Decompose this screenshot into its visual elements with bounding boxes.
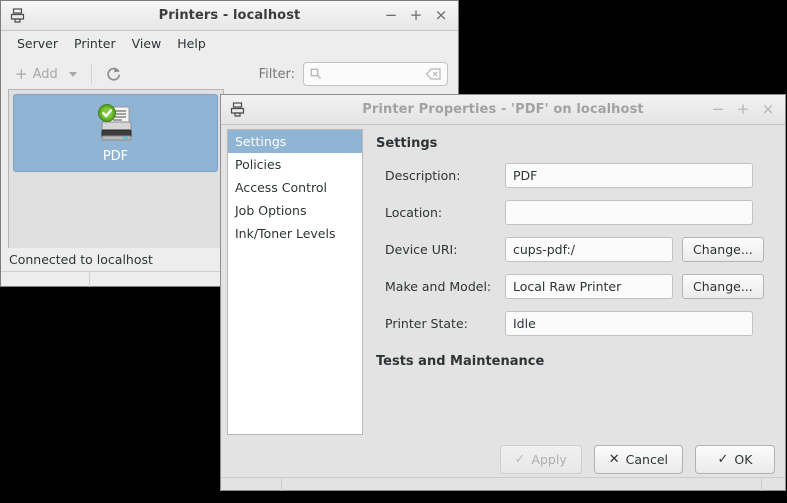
chevron-down-icon[interactable]: [68, 71, 77, 77]
filter-input[interactable]: [327, 66, 426, 82]
make-and-model-change-button[interactable]: Change...: [682, 274, 764, 299]
nav-item-label: Job Options: [235, 203, 307, 218]
description-label: Description:: [385, 168, 461, 183]
clear-backspace-icon: [426, 68, 441, 80]
printer-item-pdf[interactable]: PDF: [13, 94, 218, 172]
dialog-button-row: ✓ Apply ✕ Cancel ✓ OK: [499, 445, 775, 474]
dialog-resize-strip: [221, 477, 785, 491]
minimize-button[interactable]: −: [711, 102, 725, 117]
search-icon: [310, 68, 322, 80]
close-button[interactable]: ×: [434, 8, 448, 23]
printer-ok-icon: [97, 103, 131, 140]
statusbar-text: Connected to localhost: [9, 251, 153, 267]
location-row: [505, 200, 779, 225]
apply-button[interactable]: ✓ Apply: [499, 445, 582, 474]
nav-item-label: Settings: [235, 134, 287, 149]
maximize-button[interactable]: +: [736, 102, 750, 117]
printer-state-row: [505, 311, 779, 336]
strip-notch-left: [281, 478, 282, 491]
nav-item-policies[interactable]: Policies: [228, 153, 362, 176]
cancel-button[interactable]: ✕ Cancel: [593, 445, 683, 474]
maximize-button[interactable]: +: [409, 8, 423, 23]
printer-state-label: Printer State:: [385, 316, 468, 331]
tests-and-maintenance-heading: Tests and Maintenance: [376, 354, 545, 369]
device-uri-label: Device URI:: [385, 242, 458, 257]
settings-form: Description: Location: Device URI: Chang…: [373, 163, 779, 336]
close-button[interactable]: ×: [761, 102, 775, 117]
printers-window-controls: − + ×: [384, 8, 452, 23]
settings-heading: Settings: [376, 136, 438, 151]
settings-nav-list: Settings Policies Access Control Job Opt…: [227, 129, 363, 435]
device-uri-change-button[interactable]: Change...: [682, 237, 764, 262]
printer-icon: [227, 100, 247, 120]
menu-printer[interactable]: Printer: [66, 34, 124, 53]
device-uri-row: Change...: [505, 237, 779, 262]
nav-item-label: Ink/Toner Levels: [235, 226, 336, 241]
ok-button-label: OK: [734, 452, 753, 467]
check-icon: ✓: [514, 452, 526, 467]
strip-notch-right: [761, 478, 762, 491]
properties-window-controls: − + ×: [711, 102, 779, 117]
menu-help[interactable]: Help: [169, 34, 214, 53]
properties-titlebar[interactable]: Printer Properties - 'PDF' on localhost …: [221, 95, 785, 125]
add-printer-button[interactable]: + Add: [11, 64, 81, 85]
properties-dialog-title: Printer Properties - 'PDF' on localhost: [362, 102, 644, 117]
settings-pane: Settings Description: Location: Device U…: [373, 129, 779, 369]
cancel-button-label: Cancel: [625, 452, 668, 467]
device-uri-input[interactable]: [505, 237, 673, 262]
filter-label: Filter:: [258, 66, 295, 82]
description-row: [505, 163, 779, 188]
nav-item-settings[interactable]: Settings: [228, 130, 362, 153]
location-input[interactable]: [505, 200, 753, 225]
dialog-body: Settings Policies Access Control Job Opt…: [221, 125, 785, 491]
printer-icon: [7, 6, 27, 26]
close-x-icon: ✕: [608, 452, 620, 467]
refresh-icon: [107, 67, 121, 81]
refresh-button[interactable]: [102, 62, 126, 86]
nav-item-access-control[interactable]: Access Control: [228, 176, 362, 199]
make-and-model-label: Make and Model:: [385, 279, 492, 294]
minimize-button[interactable]: −: [384, 8, 398, 23]
toolbar: + Add Filter:: [1, 55, 458, 93]
printer-properties-dialog: Printer Properties - 'PDF' on localhost …: [220, 94, 786, 491]
menubar: Server Printer View Help: [1, 31, 458, 55]
printer-item-label: PDF: [102, 148, 129, 164]
description-input[interactable]: [505, 163, 753, 188]
add-printer-label: Add: [32, 66, 58, 82]
toolbar-separator: [90, 64, 92, 84]
printers-titlebar[interactable]: Printers - localhost − + ×: [1, 1, 458, 31]
printer-state-input[interactable]: [505, 311, 753, 336]
menu-server[interactable]: Server: [9, 34, 66, 53]
menu-view[interactable]: View: [124, 34, 170, 53]
nav-item-label: Access Control: [235, 180, 327, 195]
strip-notch: [89, 272, 90, 287]
plus-icon: +: [15, 64, 28, 83]
filter-box[interactable]: [303, 62, 448, 86]
check-icon: ✓: [717, 452, 729, 467]
nav-item-job-options[interactable]: Job Options: [228, 199, 362, 222]
nav-item-label: Policies: [235, 157, 282, 172]
ok-button[interactable]: ✓ OK: [695, 445, 775, 474]
screen: Printers - localhost − + × Server Printe…: [0, 0, 787, 503]
nav-item-ink-toner-levels[interactable]: Ink/Toner Levels: [228, 222, 362, 245]
make-and-model-row: Change...: [505, 274, 779, 299]
printer-list-pane: PDF: [8, 89, 224, 259]
make-and-model-input[interactable]: [505, 274, 673, 299]
apply-button-label: Apply: [531, 452, 567, 467]
location-label: Location:: [385, 205, 443, 220]
